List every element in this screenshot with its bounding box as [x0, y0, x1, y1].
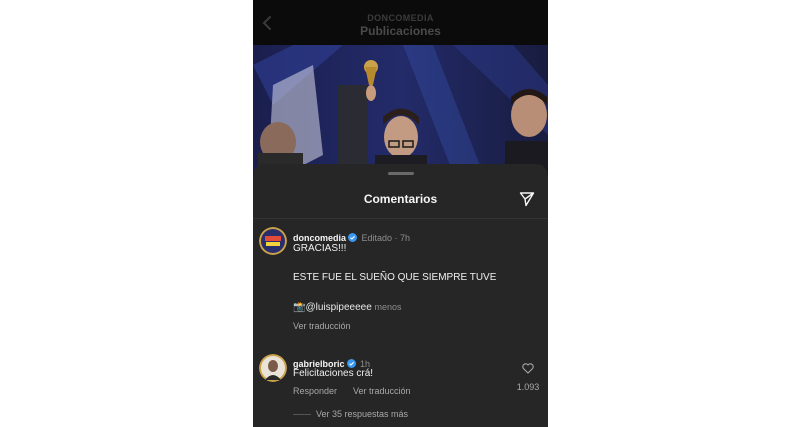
phone-screen: DONCOMEDIA Publicaciones Comentarios don… — [253, 0, 548, 427]
page-title: Publicaciones — [360, 24, 441, 38]
comment-text: Felicitaciones crá! — [293, 368, 374, 379]
like-count: 1.093 — [516, 382, 540, 392]
username[interactable]: doncomedia — [293, 233, 346, 243]
share-send-icon[interactable] — [519, 191, 535, 207]
translate-link[interactable]: Ver traducción — [353, 386, 411, 396]
verified-badge-icon — [348, 233, 358, 242]
divider — [253, 218, 548, 219]
edited-label: Editado — [361, 233, 392, 243]
verified-badge-icon — [346, 359, 356, 368]
comment-text-line-1: GRACIAS!!! — [293, 243, 347, 254]
comment-text-line-2: ESTE FUE EL SUEÑO QUE SIEMPRE TUVE — [293, 272, 497, 283]
top-bar: DONCOMEDIA Publicaciones — [253, 0, 548, 45]
camera-emoji: 📸 — [293, 302, 306, 313]
comment-time: 7h — [400, 233, 411, 243]
dot-separator: · — [392, 233, 400, 243]
account-name: DONCOMEDIA — [367, 13, 434, 23]
comment-mention-line: 📸@luispipeeeee menos — [293, 302, 402, 313]
post-photo[interactable] — [253, 45, 548, 173]
comments-sheet: Comentarios doncomedia Editado · 7h GRAC… — [253, 164, 548, 427]
translate-link[interactable]: Ver traducción — [293, 321, 351, 331]
view-replies-link[interactable]: Ver 35 respuestas más — [316, 409, 408, 419]
replies-line — [293, 414, 311, 415]
sheet-title: Comentarios — [363, 192, 438, 206]
reply-link[interactable]: Responder — [293, 386, 337, 396]
avatar[interactable] — [259, 227, 287, 255]
drag-handle[interactable] — [388, 172, 414, 175]
mention-link[interactable]: @luispipeeeee — [305, 302, 371, 313]
less-link[interactable]: menos — [375, 302, 402, 312]
avatar[interactable] — [259, 354, 287, 382]
like-heart-icon[interactable] — [522, 363, 534, 374]
